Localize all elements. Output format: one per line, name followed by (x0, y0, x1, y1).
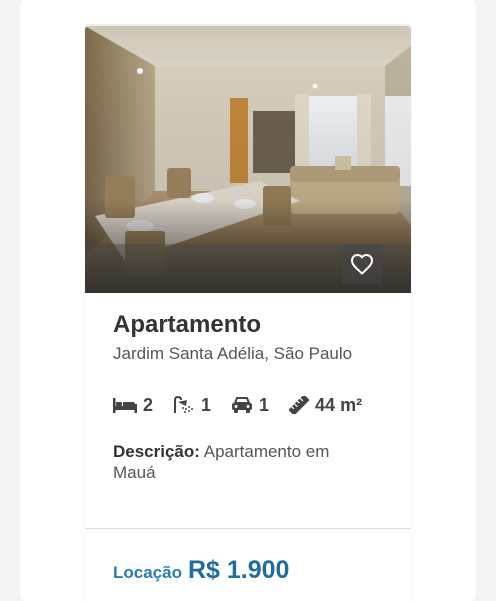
card-details: Apartamento Jardim Santa Adélia, São Pau… (85, 293, 411, 483)
price-value: R$ 1.900 (187, 556, 290, 584)
bathrooms-count: 1 (201, 394, 212, 415)
feature-list: 2 1 1 44 m² (113, 393, 383, 417)
car-icon (232, 397, 253, 413)
feature-bathrooms: 1 (173, 395, 211, 416)
ruler-icon (289, 396, 310, 414)
favorite-button[interactable] (342, 244, 382, 284)
property-card[interactable]: Apartamento Jardim Santa Adélia, São Pau… (85, 26, 411, 601)
bed-icon (113, 398, 137, 413)
price-label: Locação (113, 563, 182, 582)
card-divider (85, 528, 411, 529)
previous-card-bottom (85, 0, 411, 24)
heart-outline-icon (350, 253, 374, 275)
property-description: Descrição: Apartamento em Mauá (113, 441, 363, 483)
shower-icon (174, 396, 194, 413)
area-value: 44 m² (315, 394, 363, 415)
feature-bedrooms: 2 (113, 395, 153, 416)
property-photo[interactable] (85, 26, 411, 293)
feature-area: 44 m² (289, 395, 362, 416)
property-type[interactable]: Apartamento (113, 311, 383, 339)
parking-count: 1 (259, 394, 270, 415)
feature-parking: 1 (231, 395, 269, 416)
property-location: Jardim Santa Adélia, São Paulo (113, 344, 353, 363)
price-row: Locação R$ 1.900 (113, 556, 289, 585)
bedrooms-count: 2 (143, 394, 154, 415)
description-label: Descrição: (113, 442, 200, 461)
